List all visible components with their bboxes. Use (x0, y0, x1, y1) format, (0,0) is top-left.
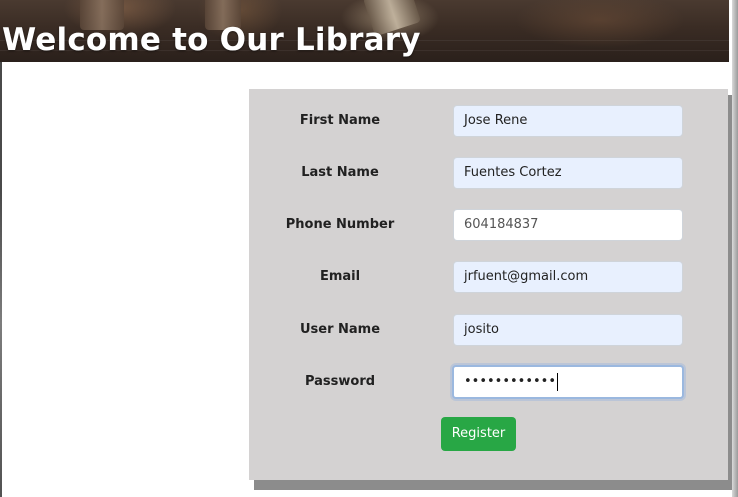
password-label: Password (304, 374, 376, 389)
password-masked-value: •••••••••••• (464, 374, 557, 389)
registration-form: First Name Jose Rene Last Name Fuentes C… (249, 89, 728, 480)
email-label: Email (319, 269, 361, 284)
last-name-label: Last Name (301, 165, 379, 180)
form-row-email: Email jrfuent@gmail.com (249, 261, 728, 294)
password-input[interactable]: •••••••••••• (452, 365, 684, 399)
page-title: Welcome to Our Library (2, 22, 421, 58)
form-row-first-name: First Name Jose Rene (249, 105, 728, 138)
page: Welcome to Our Library First Name Jose R… (0, 0, 738, 497)
email-input[interactable]: jrfuent@gmail.com (453, 261, 683, 293)
phone-number-input[interactable]: 604184837 (453, 209, 683, 241)
last-name-input[interactable]: Fuentes Cortez (453, 157, 683, 189)
register-button[interactable]: Register (441, 417, 516, 451)
form-row-last-name: Last Name Fuentes Cortez (249, 157, 728, 190)
first-name-input[interactable]: Jose Rene (453, 105, 683, 137)
first-name-label: First Name (299, 113, 381, 128)
left-edge-shadow (0, 62, 2, 497)
header-banner: Welcome to Our Library (0, 0, 729, 62)
user-name-input[interactable]: josito (453, 314, 683, 346)
text-caret (557, 373, 559, 391)
form-row-password: Password •••••••••••• (249, 365, 728, 399)
form-row-user-name: User Name josito (249, 314, 728, 347)
form-row-phone-number: Phone Number 604184837 (249, 209, 728, 242)
phone-number-label: Phone Number (285, 217, 395, 232)
window-edge (732, 0, 738, 497)
user-name-label: User Name (299, 322, 381, 337)
